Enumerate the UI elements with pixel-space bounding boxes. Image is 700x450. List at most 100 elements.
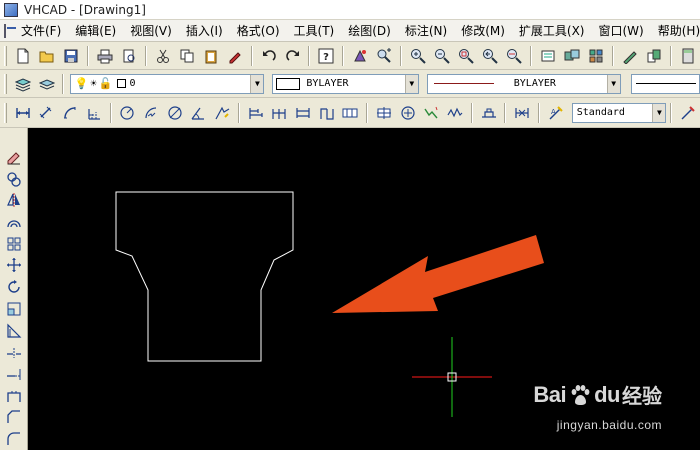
undo-icon[interactable] — [258, 45, 280, 67]
move-icon[interactable] — [3, 255, 25, 277]
toolbar-separator — [237, 102, 240, 123]
dimension-style-dropdown[interactable]: Standard ▼ — [571, 102, 667, 123]
menu-view[interactable]: 视图(V) — [123, 20, 179, 42]
linear-dimension-icon[interactable] — [12, 102, 34, 124]
menu-modify[interactable]: 修改(M) — [454, 20, 512, 42]
linetype-dropdown-arrow-icon[interactable]: ▼ — [606, 74, 620, 93]
color-dropdown-arrow-icon[interactable]: ▼ — [404, 74, 418, 93]
stretch-icon[interactable] — [3, 320, 25, 342]
layer-dropdown[interactable]: 💡 ☀ 🔓 0 ▼ — [70, 73, 265, 94]
svg-text:?: ? — [324, 52, 330, 63]
trim-icon[interactable] — [3, 341, 25, 363]
tolerance-icon[interactable] — [340, 102, 362, 124]
continue-dimension-icon[interactable] — [269, 102, 291, 124]
paste-icon[interactable] — [200, 45, 222, 67]
zoom-previous-icon[interactable] — [479, 45, 501, 67]
zoom-extents-icon[interactable] — [503, 45, 525, 67]
menu-tools[interactable]: 工具(T) — [287, 20, 342, 42]
zoom-in-icon[interactable] — [407, 45, 429, 67]
erase-icon[interactable] — [3, 146, 25, 168]
paw-print-icon — [571, 384, 590, 405]
open-file-icon[interactable] — [36, 45, 58, 67]
properties-icon[interactable] — [537, 45, 559, 67]
layer-previous-icon[interactable] — [36, 73, 58, 95]
match-properties-icon[interactable] — [224, 45, 246, 67]
layer-manager-icon[interactable] — [12, 73, 34, 95]
redo-icon[interactable] — [282, 45, 304, 67]
lineweight-dropdown[interactable] — [630, 73, 700, 94]
dimension-edit-icon[interactable] — [444, 102, 466, 124]
dimension-text-edit-icon[interactable] — [478, 102, 500, 124]
zoom-window-icon[interactable] — [455, 45, 477, 67]
copy-icon[interactable] — [176, 45, 198, 67]
dimension-space-icon[interactable] — [292, 102, 314, 124]
cut-icon[interactable] — [152, 45, 174, 67]
toolbar-grip[interactable] — [4, 102, 7, 123]
zoom-out-icon[interactable] — [431, 45, 453, 67]
toolbar-separator — [611, 45, 614, 66]
pan-realtime-icon[interactable] — [349, 45, 371, 67]
menu-dimension[interactable]: 标注(N) — [398, 20, 454, 42]
dimension-override-icon[interactable] — [677, 102, 699, 124]
new-file-icon[interactable] — [12, 45, 34, 67]
linetype-dropdown[interactable]: BYLAYER ▼ — [426, 73, 621, 94]
offset-icon[interactable] — [3, 211, 25, 233]
tool-palettes-icon[interactable] — [585, 45, 607, 67]
sheet-set-icon[interactable] — [619, 45, 641, 67]
extend-icon[interactable] — [3, 363, 25, 385]
dimension-break-icon[interactable] — [316, 102, 338, 124]
cad-profile-shape[interactable] — [115, 191, 294, 362]
drawing-canvas[interactable]: Bai du 经验 jingyan.baidu.com — [28, 128, 700, 450]
radius-dimension-icon[interactable] — [117, 102, 139, 124]
menu-format[interactable]: 格式(O) — [230, 20, 287, 42]
ordinate-dimension-icon[interactable] — [83, 102, 105, 124]
menu-help[interactable]: 帮助(H) — [651, 20, 700, 42]
help-icon[interactable]: ? — [315, 45, 337, 67]
array-icon[interactable] — [3, 233, 25, 255]
angular-dimension-icon[interactable] — [188, 102, 210, 124]
baseline-dimension-icon[interactable] — [245, 102, 267, 124]
save-icon[interactable] — [60, 45, 82, 67]
rotate-icon[interactable] — [3, 276, 25, 298]
modify-toolbar — [0, 128, 28, 450]
toolbar-grip[interactable] — [4, 45, 7, 66]
break-icon[interactable] — [3, 385, 25, 407]
chamfer-icon[interactable] — [3, 407, 25, 429]
arc-length-icon[interactable] — [59, 102, 81, 124]
inspection-icon[interactable] — [397, 102, 419, 124]
design-center-icon[interactable] — [561, 45, 583, 67]
dimension-update-icon[interactable] — [511, 102, 533, 124]
toolbar-grip[interactable] — [4, 73, 7, 94]
dimension-style-dropdown-arrow-icon[interactable]: ▼ — [652, 103, 666, 122]
menu-window[interactable]: 窗口(W) — [592, 20, 651, 42]
scale-icon[interactable] — [3, 298, 25, 320]
watermark-brand-suffix: du — [594, 381, 620, 407]
menu-extension-tools[interactable]: 扩展工具(X) — [512, 20, 592, 42]
center-mark-icon[interactable] — [373, 102, 395, 124]
document-window-icon[interactable] — [4, 23, 16, 38]
menu-edit[interactable]: 编辑(E) — [68, 20, 123, 42]
print-icon[interactable] — [94, 45, 116, 67]
fillet-icon[interactable] — [3, 428, 25, 450]
jogged-radius-icon[interactable] — [140, 102, 162, 124]
sun-thaw-icon: ☀ — [90, 77, 97, 90]
markup-icon[interactable] — [643, 45, 665, 67]
toolbar-separator — [250, 45, 253, 66]
diameter-dimension-icon[interactable] — [164, 102, 186, 124]
svg-text:A: A — [551, 108, 556, 116]
layer-dropdown-arrow-icon[interactable]: ▼ — [250, 74, 264, 93]
menu-insert[interactable]: 插入(I) — [179, 20, 230, 42]
quick-dimension-icon[interactable] — [211, 102, 233, 124]
copy-object-icon[interactable] — [3, 168, 25, 190]
mirror-icon[interactable] — [3, 189, 25, 211]
print-preview-icon[interactable] — [118, 45, 140, 67]
jogged-linear-icon[interactable] — [420, 102, 442, 124]
dimension-style-icon[interactable]: A — [545, 102, 567, 124]
color-dropdown[interactable]: BYLAYER ▼ — [272, 73, 419, 94]
zoom-realtime-icon[interactable] — [373, 45, 395, 67]
menu-file[interactable]: 文件(F) — [14, 20, 68, 42]
menu-draw[interactable]: 绘图(D) — [341, 20, 398, 42]
watermark-url: jingyan.baidu.com — [556, 418, 662, 432]
aligned-dimension-icon[interactable] — [36, 102, 58, 124]
calculator-icon[interactable] — [677, 45, 699, 67]
